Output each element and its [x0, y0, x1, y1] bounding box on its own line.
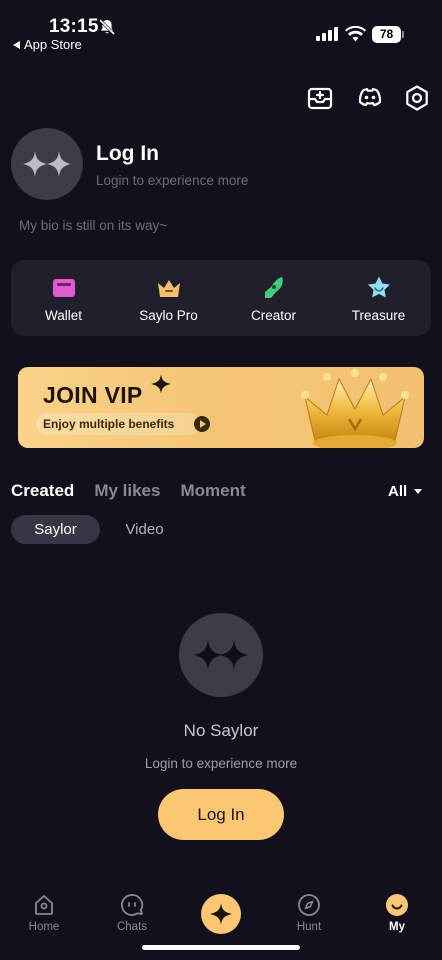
- nav-chats[interactable]: Chats: [102, 893, 162, 933]
- content-tabs: Created My likes Moment: [11, 481, 246, 501]
- discord-icon[interactable]: [356, 84, 384, 112]
- inbox-add-icon[interactable]: [306, 84, 334, 112]
- cellular-signal-icon: [316, 27, 338, 41]
- nav-hunt[interactable]: Hunt: [279, 893, 339, 933]
- smiley-icon: [386, 894, 408, 916]
- empty-state-title: No Saylor: [183, 721, 259, 740]
- sparkle-icon: [151, 374, 171, 394]
- feature-treasure[interactable]: Treasure: [326, 260, 431, 336]
- nav-my[interactable]: My: [367, 893, 427, 933]
- status-time: 13:15: [49, 16, 99, 37]
- battery-tip: [402, 31, 404, 38]
- avatar[interactable]: [11, 128, 83, 200]
- feature-label: Creator: [250, 308, 296, 323]
- pen-icon: [264, 277, 283, 298]
- wifi-icon: [345, 26, 366, 42]
- wallet-icon: [52, 279, 75, 297]
- chevron-down-icon: [414, 489, 423, 494]
- nav-label: Home: [28, 921, 60, 933]
- empty-state-avatar: [179, 613, 263, 697]
- nav-label: Hunt: [296, 921, 322, 933]
- crown-icon: [157, 280, 180, 297]
- profile-bio: My bio is still on its way~: [19, 218, 168, 233]
- feature-label: Wallet: [44, 308, 82, 323]
- compass-icon: [298, 894, 320, 916]
- tab-my-likes[interactable]: My likes: [94, 481, 160, 501]
- play-icon: [194, 416, 210, 432]
- profile-login-title[interactable]: Log In: [96, 142, 159, 166]
- bell-muted-icon: [98, 18, 116, 36]
- filter-dropdown[interactable]: All: [388, 483, 423, 500]
- feature-saylo-pro[interactable]: Saylo Pro: [116, 260, 221, 336]
- login-button[interactable]: Log In: [158, 789, 284, 840]
- feature-creator[interactable]: Creator: [221, 260, 326, 336]
- feature-card: Wallet Saylo Pro Creator Treasure: [11, 260, 431, 336]
- tab-created[interactable]: Created: [11, 481, 74, 501]
- vip-title: JOIN VIP: [43, 382, 143, 408]
- back-to-app-store[interactable]: App Store: [13, 37, 82, 52]
- nav-home[interactable]: Home: [14, 893, 74, 933]
- home-indicator[interactable]: [142, 945, 300, 950]
- nav-label: My: [389, 921, 405, 933]
- feature-wallet[interactable]: Wallet: [11, 260, 116, 336]
- empty-state-subtitle: Login to experience more: [144, 756, 298, 771]
- home-icon: [35, 895, 53, 915]
- vip-subtitle: Enjoy multiple benefits: [36, 413, 201, 435]
- nav-create-button[interactable]: [201, 894, 241, 934]
- star-icon: [367, 276, 390, 298]
- chip-video[interactable]: Video: [105, 515, 184, 544]
- nav-label: Chats: [116, 921, 148, 933]
- gold-crown-icon: [301, 369, 409, 448]
- profile-login-subtitle: Login to experience more: [96, 173, 249, 188]
- chat-icon: [121, 894, 144, 916]
- feature-label: Treasure: [351, 308, 406, 323]
- back-arrow-icon: [13, 40, 20, 49]
- battery-level: 78: [372, 26, 401, 43]
- chip-saylor[interactable]: Saylor: [11, 515, 100, 544]
- filter-label: All: [388, 483, 408, 500]
- feature-label: Saylo Pro: [139, 308, 198, 323]
- back-app-label: App Store: [24, 37, 82, 52]
- settings-icon[interactable]: [403, 84, 431, 112]
- join-vip-banner[interactable]: JOIN VIP Enjoy multiple benefits: [18, 367, 424, 448]
- tab-moment[interactable]: Moment: [180, 481, 245, 501]
- sparkle-icon: [23, 151, 71, 177]
- sparkle-icon: [210, 903, 232, 925]
- sparkle-icon: [194, 640, 248, 670]
